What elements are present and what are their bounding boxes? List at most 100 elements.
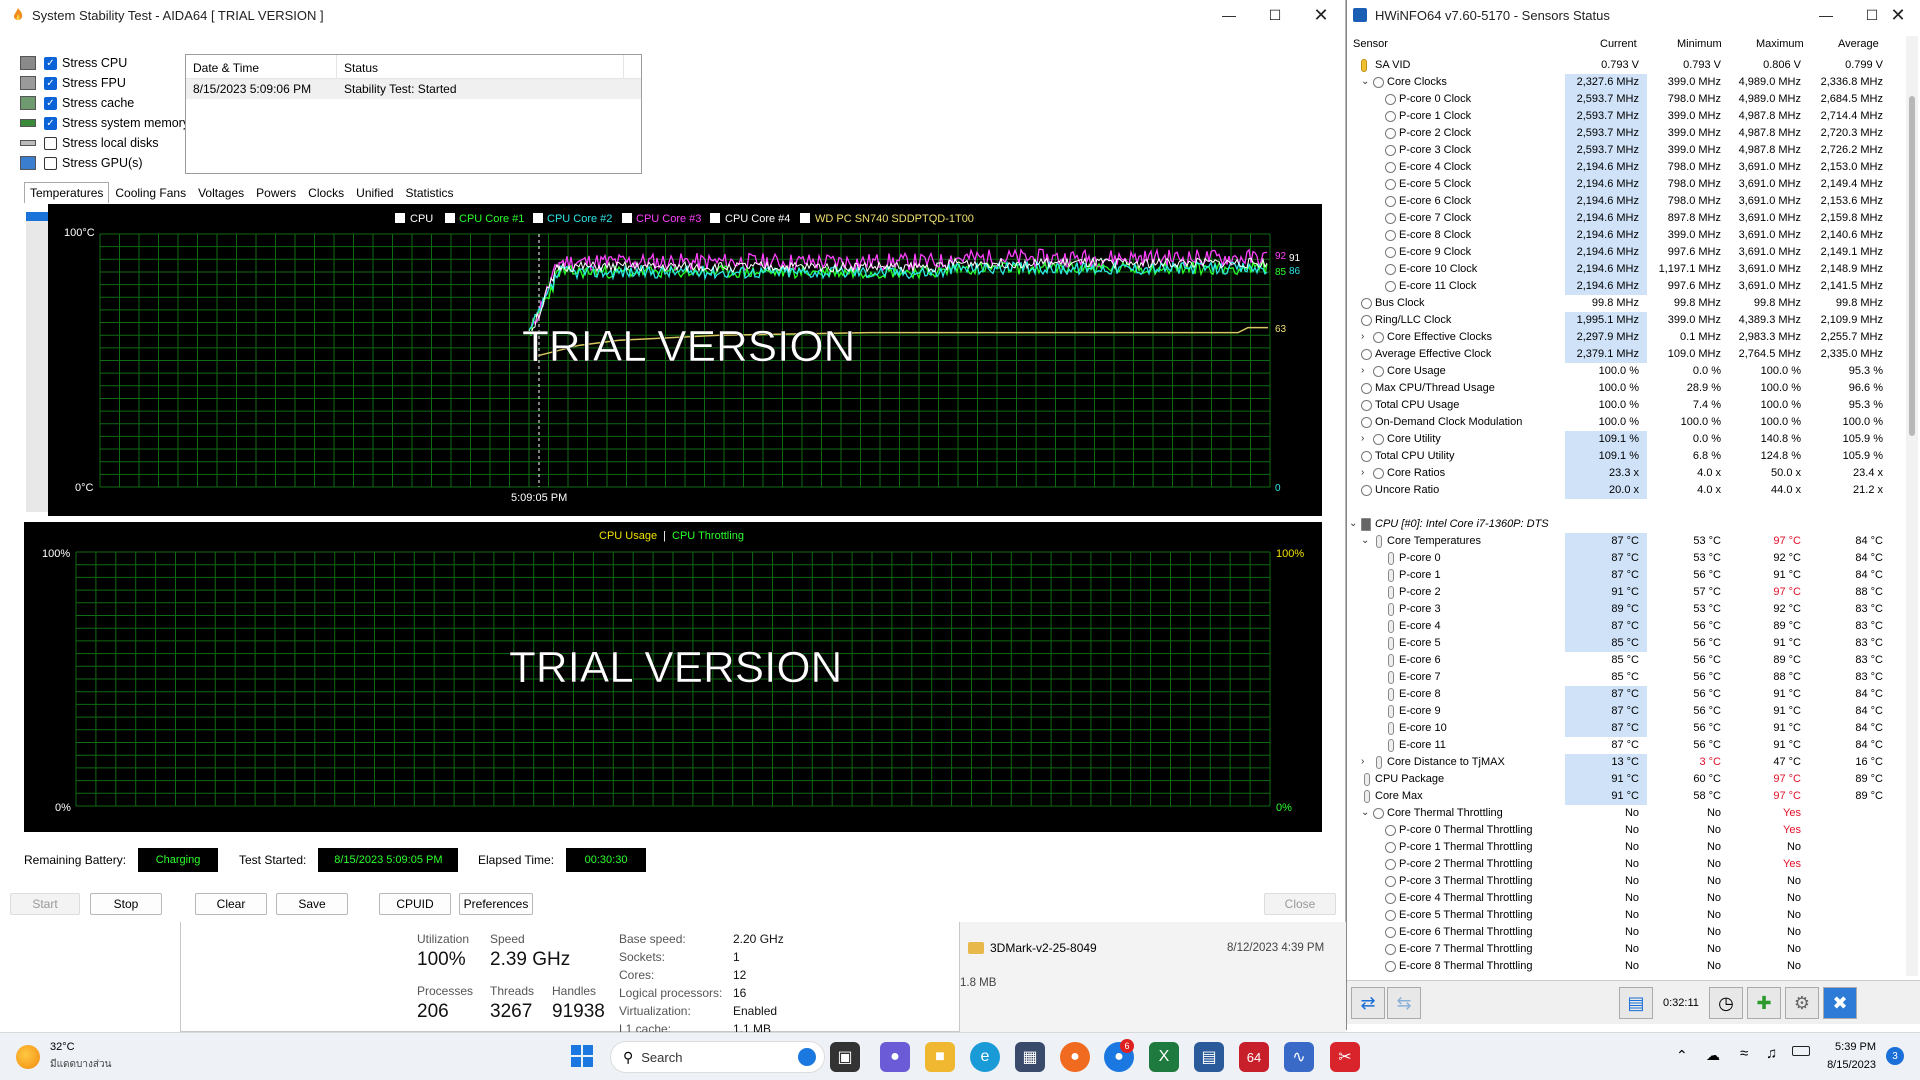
legend-checkbox[interactable] [533,213,543,223]
table-row[interactable]: P-core 3 89 °C 53 °C 92 °C 83 °C [1347,601,1902,618]
weather-temp[interactable]: 32°C [50,1041,75,1053]
table-row[interactable]: P-core 3 Clock 2,593.7 MHz 399.0 MHz 4,987.… [1347,142,1902,159]
arrows-collapse-icon[interactable]: ⇆ [1387,987,1421,1019]
table-row[interactable]: E-core 8 Thermal Throttling No No No [1347,958,1902,975]
expand-chevron-icon[interactable]: › [1361,756,1364,767]
table-row[interactable]: P-core 1 87 °C 56 °C 91 °C 84 °C [1347,567,1902,584]
collapse-chevron-icon[interactable]: ⌄ [1349,518,1357,529]
list-item[interactable]: 3DMark-v2-25-8049 [968,941,1097,955]
battery-icon[interactable] [1792,1046,1810,1056]
table-row[interactable]: E-core 6 85 °C 56 °C 89 °C 83 °C [1347,652,1902,669]
monitoring-icon[interactable]: ∿ [1284,1042,1314,1072]
table-row[interactable]: E-core 8 87 °C 56 °C 91 °C 84 °C [1347,686,1902,703]
table-row[interactable]: P-core 0 87 °C 53 °C 92 °C 84 °C [1347,550,1902,567]
taskbar-search-box[interactable]: ⚲ Search [610,1041,825,1073]
stop-button[interactable]: Stop [90,893,162,915]
tab-unified[interactable]: Unified [350,182,399,203]
table-row[interactable]: E-core 5 Clock 2,194.6 MHz 798.0 MHz 3,691.… [1347,176,1902,193]
taskbar-date[interactable]: 8/15/2023 [1816,1059,1876,1071]
expand-chevron-icon[interactable]: › [1361,467,1364,478]
table-row[interactable]: 8/15/2023 5:09:06 PM Stability Test: Sta… [186,79,641,99]
firefox-icon[interactable]: ● [1060,1042,1090,1072]
table-row[interactable]: E-core 6 Thermal Throttling No No No [1347,924,1902,941]
table-row[interactable]: On-Demand Clock Modulation 100.0 % 100.0 %… [1347,414,1902,431]
table-row[interactable]: E-core 7 Clock 2,194.6 MHz 897.8 MHz 3,691.… [1347,210,1902,227]
clear-button[interactable]: Clear [195,893,267,915]
taskbar-time[interactable]: 5:39 PM [1824,1041,1876,1053]
close-icon[interactable]: ✖ [1823,987,1857,1019]
table-row[interactable]: E-core 9 87 °C 56 °C 91 °C 84 °C [1347,703,1902,720]
table-row[interactable]: E-core 4 Clock 2,194.6 MHz 798.0 MHz 3,691.… [1347,159,1902,176]
tab-temperatures[interactable]: Temperatures [24,182,110,203]
table-row[interactable]: Max CPU/Thread Usage 100.0 % 28.9 % 100.0 %… [1347,380,1902,397]
tab-powers[interactable]: Powers [250,182,302,203]
expand-chevron-icon[interactable]: › [1361,365,1364,376]
file-explorer-icon[interactable]: ■ [925,1042,955,1072]
table-row[interactable]: P-core 2 91 °C 57 °C 97 °C 88 °C [1347,584,1902,601]
scrollbar-thumb[interactable] [26,212,48,221]
start-button[interactable]: Start [10,893,80,915]
minimize-button[interactable]: — [1206,0,1252,30]
stress-cache-checkbox[interactable]: ✓ [44,96,57,110]
scrollbar-thumb[interactable] [1909,96,1915,436]
table-row[interactable]: E-core 6 Clock 2,194.6 MHz 798.0 MHz 3,691.… [1347,193,1902,210]
table-row[interactable]: E-core 10 Clock 2,194.6 MHz 1,197.1 MHz 3,6… [1347,261,1902,278]
table-row[interactable]: Core Max 91 °C 58 °C 97 °C 89 °C [1347,788,1902,805]
table-row[interactable]: ⌄ Core Thermal Throttling No No Yes [1347,805,1902,822]
maximize-button[interactable]: ☐ [1252,0,1298,30]
legend-checkbox[interactable] [800,213,810,223]
tab-voltages[interactable]: Voltages [192,182,250,203]
table-row[interactable]: P-core 0 Clock 2,593.7 MHz 798.0 MHz 4,989.… [1347,91,1902,108]
graph-sensor-scrollbar[interactable] [26,212,48,512]
stress-disks-checkbox[interactable] [44,136,57,150]
table-row[interactable]: Total CPU Usage 100.0 % 7.4 % 100.0 % 95.3 % [1347,397,1902,414]
table-row[interactable]: P-core 3 Thermal Throttling No No No [1347,873,1902,890]
datetime-column-header[interactable]: Date & Time [186,55,337,78]
table-row[interactable]: Ring/LLC Clock 1,995.1 MHz 399.0 MHz 4,389.… [1347,312,1902,329]
legend-checkbox[interactable] [395,213,405,223]
stress-memory-checkbox[interactable]: ✓ [44,116,57,130]
table-row[interactable]: E-core 4 Thermal Throttling No No No [1347,890,1902,907]
table-row[interactable]: E-core 10 87 °C 56 °C 91 °C 84 °C [1347,720,1902,737]
wifi-icon[interactable]: ≈ [1740,1045,1748,1062]
close-dialog-button[interactable]: Close [1264,893,1336,915]
table-row[interactable]: › Core Usage 100.0 % 0.0 % 100.0 % 95.3 % [1347,363,1902,380]
table-row[interactable]: CPU Package 91 °C 60 °C 97 °C 89 °C [1347,771,1902,788]
teams-chat-icon[interactable]: ● [880,1042,910,1072]
table-row[interactable]: E-core 7 85 °C 56 °C 88 °C 83 °C [1347,669,1902,686]
arrows-expand-icon[interactable]: ⇄ [1351,987,1385,1019]
table-row[interactable]: P-core 1 Clock 2,593.7 MHz 399.0 MHz 4,987.… [1347,108,1902,125]
expand-chevron-icon[interactable]: › [1361,331,1364,342]
stress-fpu-row[interactable]: ✓ Stress FPU [20,73,189,93]
current-column-header[interactable]: Current [1600,38,1637,50]
stress-cpu-checkbox[interactable]: ✓ [44,56,57,70]
microsoft-store-icon[interactable]: ▦ [1015,1042,1045,1072]
network-computer-icon[interactable]: ▤ [1619,987,1653,1019]
notification-count-badge[interactable]: 3 [1886,1047,1904,1065]
gear-icon[interactable]: ⚙ [1785,987,1819,1019]
add-report-icon[interactable]: ✚ [1747,987,1781,1019]
table-row[interactable]: E-core 5 85 °C 56 °C 91 °C 83 °C [1347,635,1902,652]
table-row[interactable]: P-core 0 Thermal Throttling No No Yes [1347,822,1902,839]
save-button[interactable]: Save [276,893,348,915]
legend-checkbox[interactable] [710,213,720,223]
table-row[interactable]: › Core Effective Clocks 2,297.9 MHz 0.1 MHz… [1347,329,1902,346]
aida64-taskbar-icon[interactable]: 64 [1239,1042,1269,1072]
table-row[interactable]: E-core 5 Thermal Throttling No No No [1347,907,1902,924]
speaker-icon[interactable]: ♫ [1766,1045,1777,1062]
table-row[interactable]: P-core 2 Clock 2,593.7 MHz 399.0 MHz 4,987.… [1347,125,1902,142]
table-row[interactable]: Average Effective Clock 2,379.1 MHz 109.0 … [1347,346,1902,363]
windows-start-icon[interactable] [571,1045,593,1067]
weather-description[interactable]: มีแดดบางส่วน [50,1057,111,1072]
collapse-chevron-icon[interactable]: ⌄ [1361,76,1369,87]
stress-disks-row[interactable]: Stress local disks [20,133,189,153]
chevron-up-icon[interactable]: ⌃ [1676,1047,1688,1064]
weather-sun-icon[interactable] [16,1045,40,1069]
tab-clocks[interactable]: Clocks [302,182,350,203]
hwinfo-taskbar-icon[interactable]: ▤ [1194,1042,1224,1072]
tab-cooling-fans[interactable]: Cooling Fans [109,182,192,203]
close-button[interactable]: ✕ [1298,0,1344,30]
table-row[interactable]: E-core 11 87 °C 56 °C 91 °C 84 °C [1347,737,1902,754]
close-button[interactable]: ✕ [1875,0,1920,30]
edge-browser-icon[interactable]: e [970,1042,1000,1072]
